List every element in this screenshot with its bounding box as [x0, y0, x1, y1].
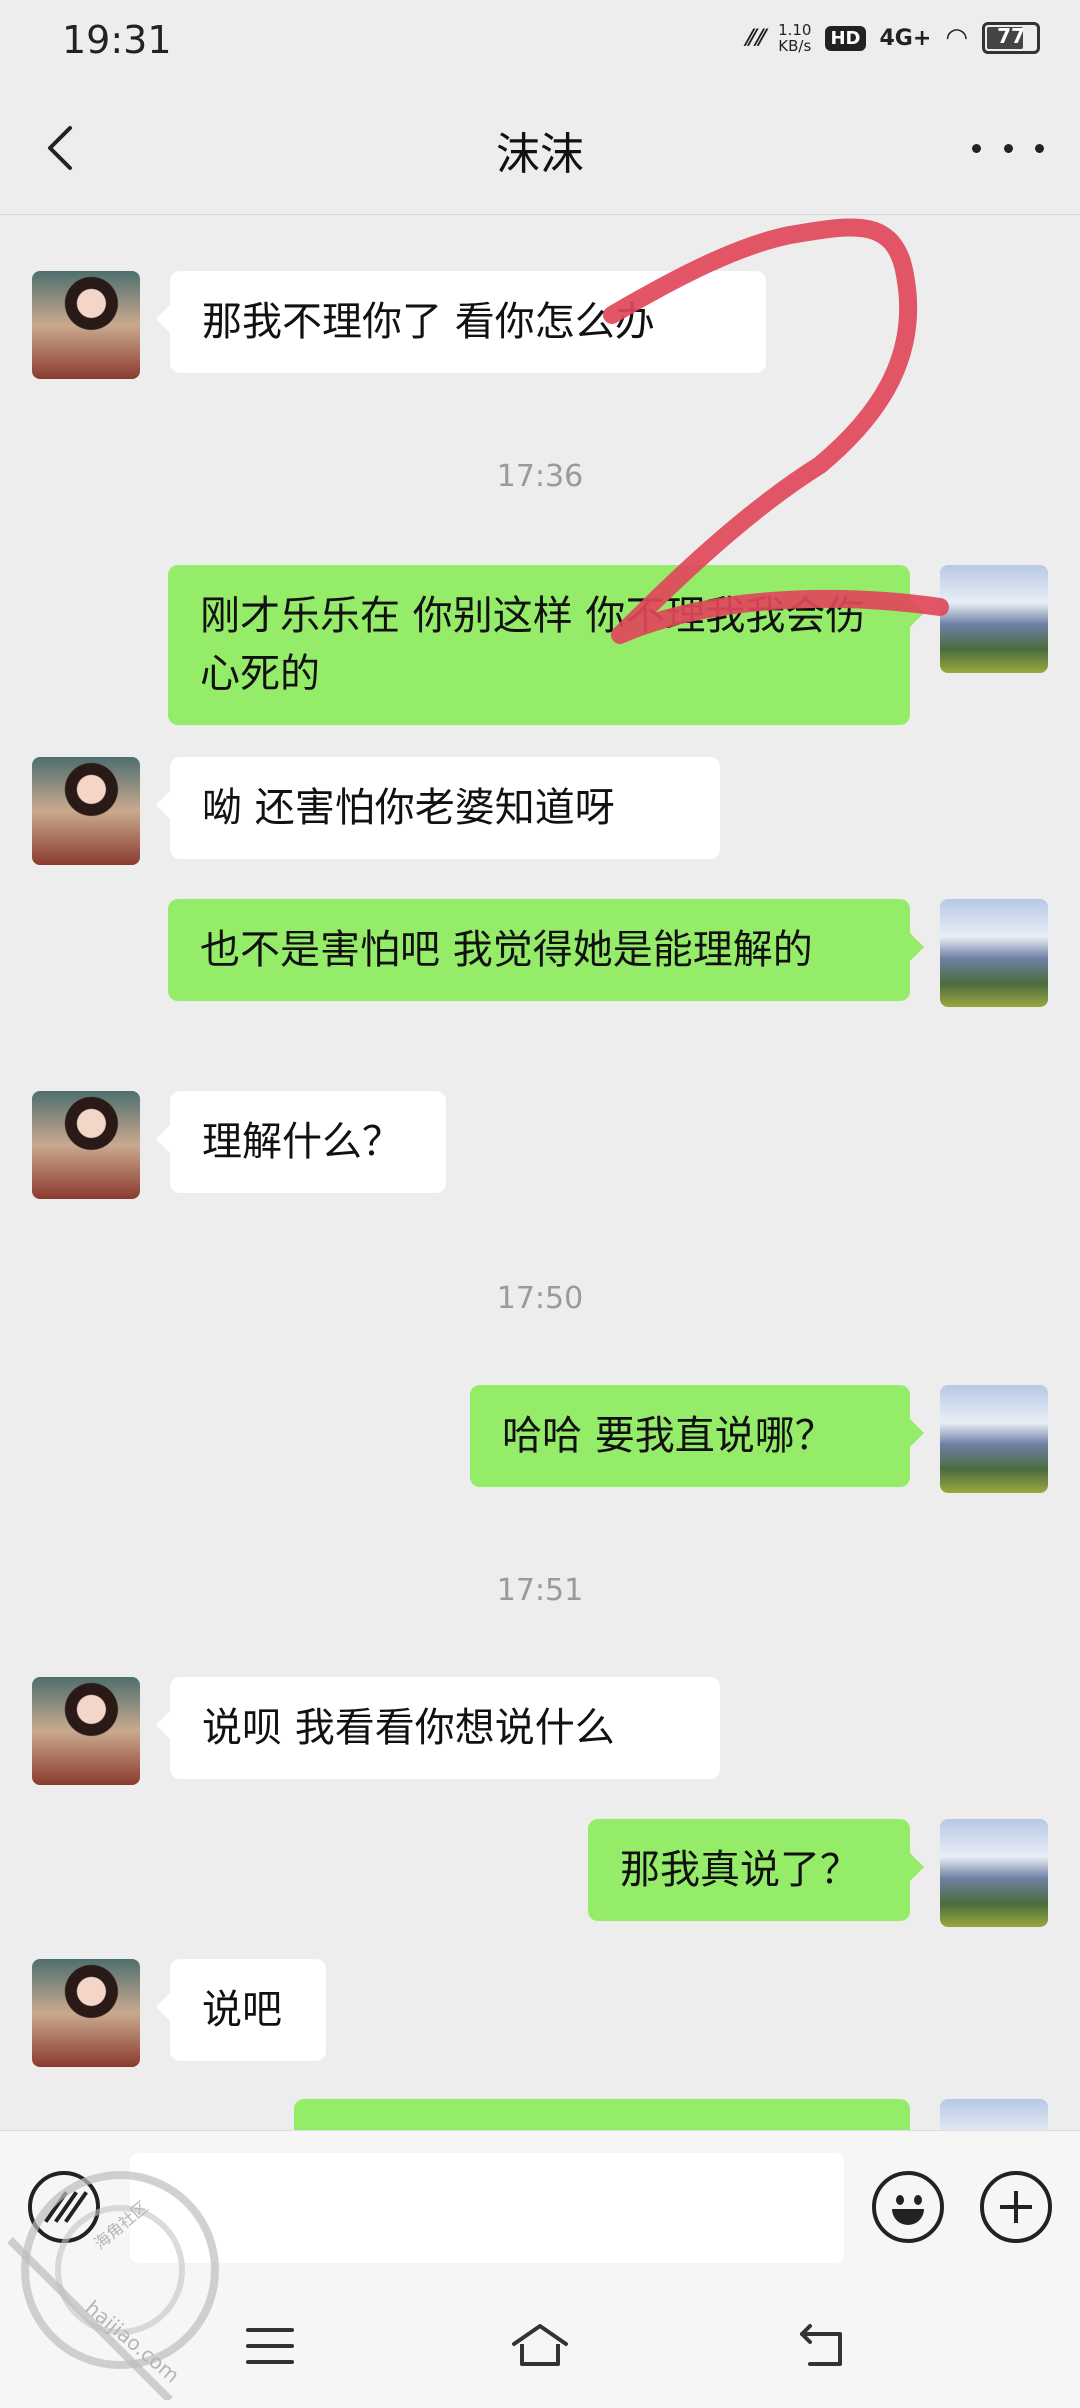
home-button[interactable]: [510, 2320, 570, 2370]
dot-icon: [1003, 143, 1013, 153]
message-timestamp: 17:36: [496, 459, 584, 494]
self-avatar[interactable]: [940, 899, 1048, 1007]
self-avatar[interactable]: [940, 2099, 1048, 2130]
message-input[interactable]: [130, 2153, 844, 2263]
menu-line-icon: [246, 2344, 294, 2348]
system-back-button[interactable]: [796, 2320, 854, 2370]
emoji-eye-icon: [896, 2195, 904, 2205]
system-navigation-bar: [0, 2280, 1080, 2408]
status-time: 19:31: [62, 18, 172, 62]
message-bubble-incoming[interactable]: 说吧: [156, 1959, 326, 2061]
self-avatar[interactable]: [940, 565, 1048, 673]
message-bubble-outgoing[interactable]: 那我真说了？: [588, 1819, 924, 1921]
contact-avatar[interactable]: [32, 1677, 140, 1785]
home-icon: [512, 2324, 568, 2366]
menu-line-icon: [246, 2328, 294, 2332]
emoji-button[interactable]: [872, 2171, 944, 2243]
dot-icon: [1035, 143, 1044, 153]
contact-avatar[interactable]: [32, 1959, 140, 2067]
emoji-mouth-icon: [892, 2209, 924, 2225]
message-bubble-incoming[interactable]: 那我不理你了 看你怎么办: [156, 271, 766, 373]
message-bubble-outgoing[interactable]: 也不是害怕吧 我觉得她是能理解的: [168, 899, 924, 1001]
message-bubble-outgoing[interactable]: 刚才乐乐在 你别这样 你不理我我会伤心死的: [168, 565, 924, 725]
voice-input-button[interactable]: [28, 2171, 100, 2243]
message-bubble-incoming[interactable]: 理解什么？: [156, 1091, 446, 1193]
message-list[interactable]: 那我不理你了 看你怎么办 17:36 刚才乐乐在 你别这样 你不理我我会伤心死的…: [0, 215, 1080, 2130]
wifi-icon: ◠: [945, 23, 968, 53]
self-avatar[interactable]: [940, 1385, 1048, 1493]
more-options-button[interactable]: [972, 124, 1044, 172]
message-timestamp: 17:51: [496, 1573, 584, 1608]
dot-icon: [972, 143, 981, 153]
message-bubble-incoming[interactable]: 呦 还害怕你老婆知道呀: [156, 757, 720, 859]
message-timestamp: 17:50: [496, 1281, 584, 1316]
message-bubble-incoming[interactable]: 说呗 我看看你想说什么: [156, 1677, 720, 1779]
status-icons: ⫽⫽ 1.10 KB/s HD 4G+ ◠ 77: [744, 22, 1040, 54]
more-actions-button[interactable]: [980, 2171, 1052, 2243]
message-bubble-outgoing[interactable]: 哈哈 要我直说哪？: [470, 1385, 924, 1487]
signal-bars-icon: ⫽⫽: [744, 25, 765, 51]
network-type: 4G+: [879, 25, 932, 51]
contact-avatar[interactable]: [32, 757, 140, 865]
hd-badge: HD: [825, 25, 866, 51]
contact-avatar[interactable]: [32, 271, 140, 379]
menu-line-icon: [246, 2360, 294, 2364]
battery-level: 77: [997, 24, 1025, 48]
contact-avatar[interactable]: [32, 1091, 140, 1199]
input-bar: [0, 2130, 1080, 2281]
self-avatar[interactable]: [940, 1819, 1048, 1927]
network-speed: 1.10 KB/s: [778, 22, 811, 54]
speed-unit: KB/s: [778, 37, 812, 55]
chat-title: 沫沫: [496, 129, 584, 180]
recent-apps-button[interactable]: [246, 2328, 294, 2364]
emoji-eye-icon: [914, 2195, 922, 2205]
chat-header: 沫沫: [0, 82, 1080, 215]
battery-icon: 77: [982, 22, 1040, 54]
message-bubble-outgoing[interactable]: [294, 2099, 910, 2130]
status-bar: 19:31 ⫽⫽ 1.10 KB/s HD 4G+ ◠ 77: [0, 0, 1080, 82]
return-icon: [800, 2324, 842, 2366]
